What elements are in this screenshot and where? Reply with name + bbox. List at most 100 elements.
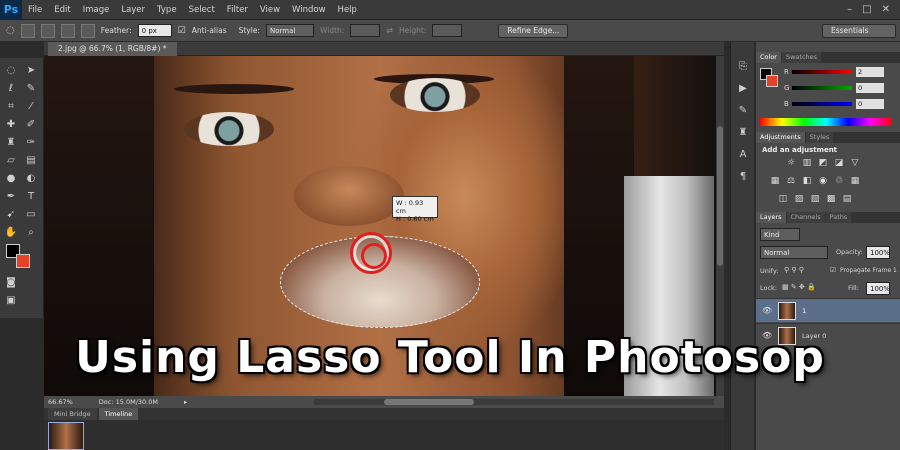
- tab-swatches[interactable]: Swatches: [781, 52, 822, 63]
- swap-icon[interactable]: ⇄: [386, 26, 393, 35]
- eyedropper-icon[interactable]: ⁄: [24, 100, 38, 114]
- layer-name[interactable]: 1: [802, 307, 806, 315]
- r-value[interactable]: 2: [856, 67, 884, 77]
- propagate-checkbox-icon[interactable]: ☑: [830, 266, 836, 274]
- actions-panel-icon[interactable]: ▶: [736, 82, 750, 96]
- maximize-icon[interactable]: □: [862, 4, 871, 15]
- path-select-icon[interactable]: ➹: [4, 208, 18, 222]
- layer-filter-kind[interactable]: Kind: [760, 228, 800, 241]
- menu-select[interactable]: Select: [183, 5, 221, 15]
- tab-mini-bridge[interactable]: Mini Bridge: [48, 408, 97, 420]
- pen-tool-icon[interactable]: ✒: [4, 190, 18, 204]
- eraser-icon[interactable]: ▱: [4, 154, 18, 168]
- quick-mask-icon[interactable]: ◙: [4, 276, 18, 290]
- feather-input[interactable]: 0 px: [137, 24, 172, 37]
- menu-help[interactable]: Help: [332, 5, 363, 15]
- menu-filter[interactable]: Filter: [221, 5, 254, 15]
- color-spectrum-bar[interactable]: [760, 118, 892, 126]
- brush-tool-icon[interactable]: ✐: [24, 118, 38, 132]
- lock-icons[interactable]: ▦ ✎ ✥ 🔒: [782, 283, 816, 291]
- b-slider[interactable]: [792, 102, 852, 106]
- b-value[interactable]: 0: [856, 99, 884, 109]
- zoom-level[interactable]: 66.67%: [48, 398, 73, 406]
- dodge-tool-icon[interactable]: ◐: [24, 172, 38, 186]
- menu-type[interactable]: Type: [151, 5, 183, 15]
- vertical-scroll-thumb[interactable]: [717, 126, 723, 266]
- opacity-input[interactable]: 100%: [866, 246, 890, 259]
- levels-icon[interactable]: ▥: [802, 158, 812, 168]
- quick-select-icon[interactable]: ✎: [24, 82, 38, 96]
- menu-layer[interactable]: Layer: [115, 5, 151, 15]
- screen-mode-icon[interactable]: ▣: [4, 294, 18, 308]
- tab-timeline[interactable]: Timeline: [98, 408, 139, 420]
- lasso-preset-icon[interactable]: ◌: [6, 25, 15, 36]
- refine-edge-button[interactable]: Refine Edge...: [498, 23, 569, 38]
- curves-icon[interactable]: ◩: [818, 158, 828, 168]
- antialias-checkbox-icon[interactable]: ☑: [178, 26, 186, 36]
- unify-icons[interactable]: ⚲ ⚲ ⚲: [784, 266, 804, 274]
- g-value[interactable]: 0: [856, 83, 884, 93]
- height-input[interactable]: [432, 24, 463, 37]
- fill-input[interactable]: 100%: [866, 282, 890, 295]
- subtract-selection-icon[interactable]: [60, 23, 75, 38]
- tab-channels[interactable]: Channels: [786, 212, 825, 223]
- gradient-map-icon[interactable]: ▤: [842, 194, 852, 204]
- menu-window[interactable]: Window: [286, 5, 332, 15]
- menu-edit[interactable]: Edit: [48, 5, 76, 15]
- gradient-icon[interactable]: ▤: [24, 154, 38, 168]
- crop-tool-icon[interactable]: ⌗: [4, 100, 18, 114]
- posterize-icon[interactable]: ▨: [794, 194, 804, 204]
- invert-icon[interactable]: ◫: [778, 194, 788, 204]
- intersect-selection-icon[interactable]: [80, 23, 95, 38]
- brightness-icon[interactable]: ☼: [786, 158, 796, 168]
- workspace-select[interactable]: Essentials: [822, 23, 896, 38]
- blend-mode-select[interactable]: Normal: [760, 246, 828, 259]
- lasso-tool-icon[interactable]: ℓ: [4, 82, 18, 96]
- photo-filter-icon[interactable]: ◉: [818, 176, 828, 186]
- brush-panel-icon[interactable]: ✎: [736, 104, 750, 118]
- exposure-icon[interactable]: ◪: [834, 158, 844, 168]
- healing-brush-icon[interactable]: ✚: [4, 118, 18, 132]
- tab-layers[interactable]: Layers: [756, 212, 786, 223]
- menu-view[interactable]: View: [254, 5, 286, 15]
- zoom-tool-icon[interactable]: ⌕: [24, 226, 38, 240]
- character-panel-icon[interactable]: A: [736, 148, 750, 162]
- clone-stamp-icon[interactable]: ♜: [4, 136, 18, 150]
- color-balance-icon[interactable]: ⚖: [786, 176, 796, 186]
- status-arrow-icon[interactable]: ▸: [184, 398, 187, 406]
- g-slider[interactable]: [792, 86, 852, 90]
- add-selection-icon[interactable]: [40, 23, 55, 38]
- menu-image[interactable]: Image: [77, 5, 116, 15]
- tab-color[interactable]: Color: [756, 52, 781, 63]
- paragraph-panel-icon[interactable]: ¶: [736, 170, 750, 184]
- vibrance-icon[interactable]: ▽: [850, 158, 860, 168]
- type-tool-icon[interactable]: T: [24, 190, 38, 204]
- width-input[interactable]: [350, 24, 381, 37]
- color-lookup-icon[interactable]: ▦: [850, 176, 860, 186]
- close-icon[interactable]: ✕: [882, 4, 890, 15]
- r-slider[interactable]: [792, 70, 852, 74]
- history-brush-icon[interactable]: ✑: [24, 136, 38, 150]
- marquee-tool-icon[interactable]: ◌: [4, 64, 18, 78]
- hue-sat-icon[interactable]: ▦: [770, 176, 780, 186]
- minimize-icon[interactable]: –: [847, 4, 852, 15]
- hand-tool-icon[interactable]: ✋: [4, 226, 18, 240]
- color-background-swatch[interactable]: [766, 75, 778, 87]
- selective-color-icon[interactable]: ▩: [826, 194, 836, 204]
- threshold-icon[interactable]: ▧: [810, 194, 820, 204]
- new-selection-icon[interactable]: [20, 23, 35, 38]
- background-color-swatch[interactable]: [16, 254, 30, 268]
- style-select[interactable]: Normal: [265, 24, 314, 37]
- clone-source-icon[interactable]: ♜: [736, 126, 750, 140]
- horizontal-scrollbar[interactable]: [314, 399, 714, 405]
- move-tool-icon[interactable]: ➤: [24, 64, 38, 78]
- blur-tool-icon[interactable]: ●: [4, 172, 18, 186]
- tab-adjustments[interactable]: Adjustments: [756, 132, 805, 143]
- horizontal-scroll-thumb[interactable]: [384, 399, 474, 405]
- tab-styles[interactable]: Styles: [805, 132, 834, 143]
- history-panel-icon[interactable]: ⎘: [736, 60, 750, 74]
- visibility-eye-icon[interactable]: 👁: [762, 306, 772, 315]
- menu-file[interactable]: File: [22, 5, 48, 15]
- black-white-icon[interactable]: ◧: [802, 176, 812, 186]
- layer-row[interactable]: 👁 1: [756, 298, 900, 322]
